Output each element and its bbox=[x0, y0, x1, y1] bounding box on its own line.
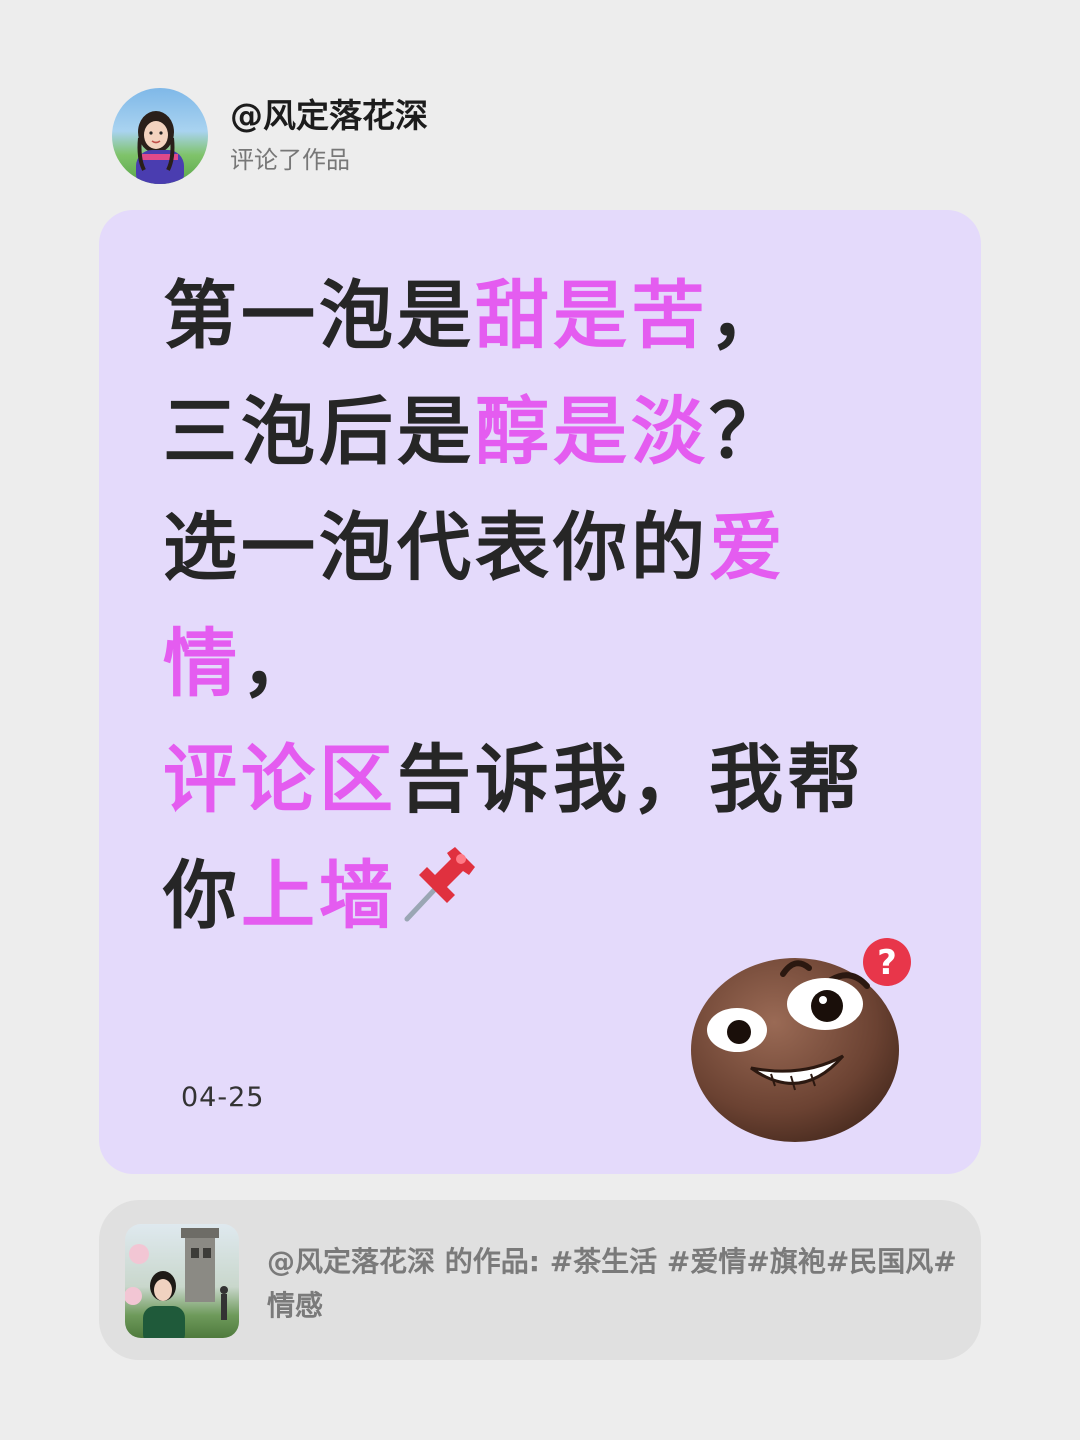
headline-line: 三泡后是醇是淡？ bbox=[163, 374, 923, 490]
headline-highlight-text: 情 bbox=[163, 621, 241, 707]
headline-text: ， bbox=[709, 273, 787, 359]
headline-text: ？ bbox=[709, 389, 787, 475]
work-thumbnail-photo-icon bbox=[125, 1228, 228, 1338]
comment-action-label: 评论了作品 bbox=[230, 146, 350, 174]
headline-line: 第一泡是甜是苦， bbox=[163, 258, 923, 374]
headline-text: 第一泡是 bbox=[163, 273, 475, 359]
headline-text: 三泡后是 bbox=[163, 389, 475, 475]
headline-line: 评论区告诉我，我帮 bbox=[163, 722, 923, 838]
headline-highlight-text: 醇是淡 bbox=[475, 389, 709, 475]
headline-text: 选一泡代表你的 bbox=[163, 505, 709, 591]
headline-highlight-text: 上墙 bbox=[241, 853, 397, 939]
referenced-work-card[interactable]: @风定落花深 的作品: #茶生活 #爱情#旗袍#民国风#情感 bbox=[99, 1200, 981, 1360]
work-thumbnail[interactable] bbox=[125, 1224, 239, 1338]
headline-text: 告诉我，我帮 bbox=[397, 737, 865, 823]
headline-highlight-text: 甜是苦 bbox=[475, 273, 709, 359]
pushpin-icon bbox=[404, 847, 475, 922]
comment-header: @风定落花深 评论了作品 bbox=[112, 88, 428, 184]
headline-text: ， bbox=[241, 621, 319, 707]
post-card: 第一泡是甜是苦， 三泡后是醇是淡？ 选一泡代表你的爱 情， 评论区告诉我，我帮 你上墙 0… bbox=[99, 210, 981, 1174]
avatar[interactable] bbox=[112, 88, 208, 184]
confused-face-emoji-icon: ? bbox=[691, 938, 911, 1142]
avatar-photo-icon bbox=[136, 111, 184, 184]
headline-highlight-text: 评论区 bbox=[163, 737, 397, 823]
username[interactable]: @风定落花深 bbox=[230, 95, 428, 137]
referenced-work-description[interactable]: @风定落花深 的作品: #茶生活 #爱情#旗袍#民国风#情感 bbox=[267, 1240, 957, 1328]
headline-line: 选一泡代表你的爱 bbox=[163, 490, 923, 606]
headline-line: 情， bbox=[163, 606, 923, 722]
svg-text:?: ? bbox=[877, 943, 897, 983]
headline-text: 你 bbox=[163, 853, 241, 939]
headline-highlight-text: 爱 bbox=[709, 505, 787, 591]
post-headline: 第一泡是甜是苦， 三泡后是醇是淡？ 选一泡代表你的爱 情， 评论区告诉我，我帮 你上墙 bbox=[163, 258, 923, 954]
post-date: 04-25 bbox=[181, 1082, 265, 1113]
